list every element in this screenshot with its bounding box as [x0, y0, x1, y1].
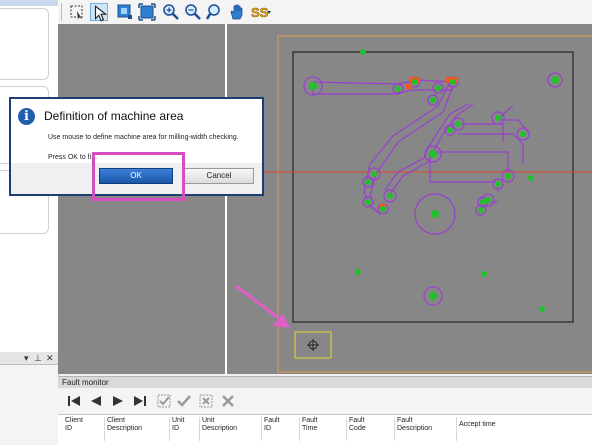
- column-label: Unit Description: [202, 417, 238, 432]
- dialog-message-2: Press OK to fi...: [48, 154, 98, 161]
- pin-icon[interactable]: ⊥: [34, 352, 42, 364]
- info-icon: i: [18, 108, 35, 125]
- fault-table[interactable]: Client ID Client Description Unit ID Uni…: [58, 414, 592, 445]
- accept-icon[interactable]: [176, 393, 192, 409]
- column-label: Fault Time: [302, 417, 318, 432]
- column-label: Unit ID: [172, 417, 185, 432]
- zoom-in-icon[interactable]: [162, 3, 180, 21]
- column-header-unit-id[interactable]: Unit ID: [170, 417, 200, 441]
- select-rectangle-icon[interactable]: [68, 3, 86, 21]
- column-header-client-description[interactable]: Client Description: [105, 417, 170, 441]
- dialog-title: Definition of machine area: [44, 109, 184, 123]
- accept-selected-icon[interactable]: [156, 393, 172, 409]
- dropdown-arrow-icon[interactable]: ▾: [24, 352, 29, 364]
- column-label: Client ID: [65, 417, 83, 432]
- column-header-fault-code[interactable]: Fault Code: [347, 417, 395, 441]
- column-label: Accept time: [459, 421, 496, 428]
- pan-hand-icon[interactable]: [228, 3, 246, 21]
- dialog-message: Use mouse to define machine area for mil…: [48, 134, 239, 141]
- column-label: Fault Description: [397, 417, 433, 432]
- column-label: Fault ID: [264, 417, 280, 432]
- column-header-unit-description[interactable]: Unit Description: [200, 417, 262, 441]
- special-tool-icon[interactable]: SS: [250, 3, 272, 21]
- delete-icon[interactable]: [220, 393, 236, 409]
- zoom-previous-icon[interactable]: [206, 3, 224, 21]
- pointer-icon[interactable]: [90, 3, 108, 22]
- column-header-fault-description[interactable]: Fault Description: [395, 417, 457, 441]
- toolbar-grip: [61, 3, 62, 21]
- column-header-fault-time[interactable]: Fault Time: [300, 417, 347, 441]
- zoom-window-icon[interactable]: [116, 3, 134, 21]
- toolbar: SS: [58, 0, 592, 25]
- left-bottom-panel: [0, 352, 59, 444]
- fault-monitor-toolbar: [58, 388, 592, 414]
- previous-record-icon[interactable]: [88, 393, 104, 409]
- close-icon[interactable]: ✕: [46, 352, 54, 364]
- zoom-extents-icon[interactable]: [138, 3, 156, 21]
- ok-button-highlight: [92, 152, 185, 201]
- cancel-button[interactable]: Cancel: [184, 168, 254, 184]
- column-header-accept-time[interactable]: Accept time: [457, 417, 592, 441]
- left-bottom-panel-bar: ▾ ⊥ ✕: [0, 352, 58, 365]
- column-label: Client Description: [107, 417, 143, 432]
- next-record-icon[interactable]: [110, 393, 126, 409]
- last-record-icon[interactable]: [132, 393, 148, 409]
- svg-text:SS: SS: [251, 5, 269, 20]
- column-label: Fault Code: [349, 417, 366, 432]
- column-header-client-id[interactable]: Client ID: [63, 417, 105, 441]
- column-header-fault-id[interactable]: Fault ID: [262, 417, 300, 441]
- fault-monitor-title: Fault monitor: [62, 378, 109, 387]
- zoom-out-icon[interactable]: [184, 3, 202, 21]
- first-record-icon[interactable]: [66, 393, 82, 409]
- left-panel-header: [0, 0, 58, 6]
- delete-selected-icon[interactable]: [198, 393, 214, 409]
- left-panel-card: [0, 8, 49, 80]
